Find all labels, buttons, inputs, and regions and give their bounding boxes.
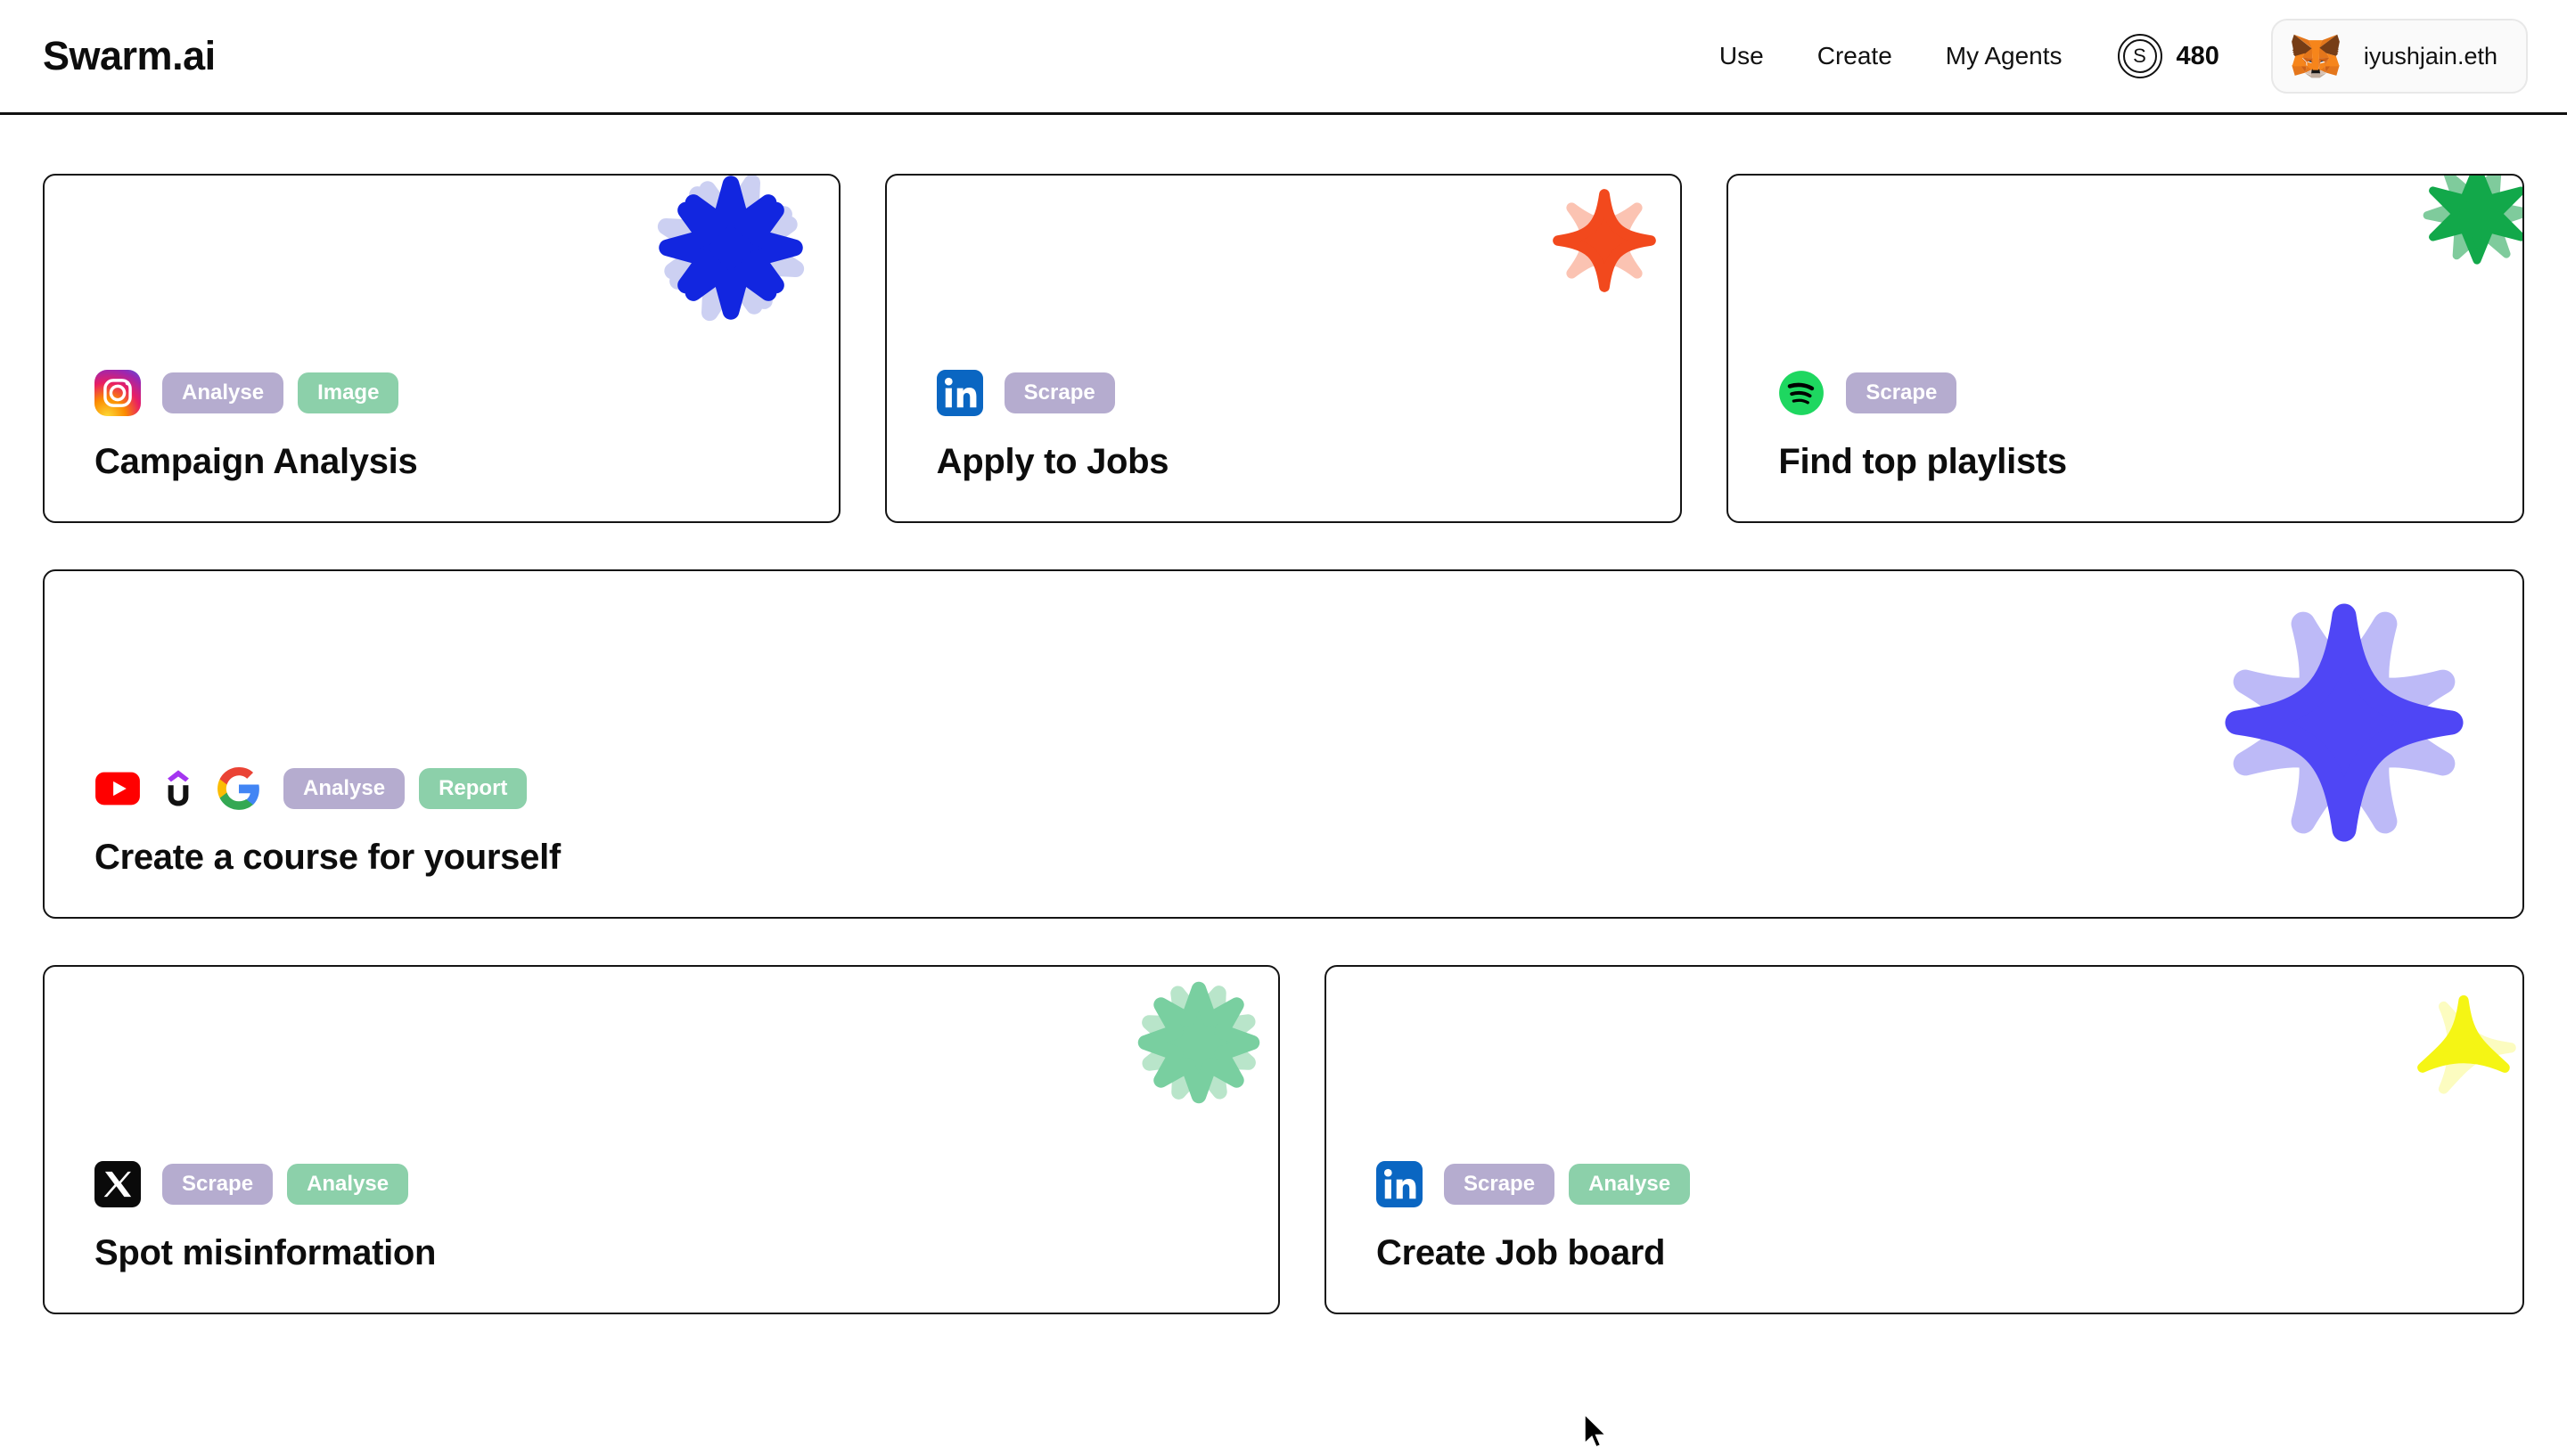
metamask-fox-icon <box>2291 33 2341 79</box>
token-count: 480 <box>2176 41 2219 70</box>
badge-scrape: Scrape <box>1846 372 1957 413</box>
card-row-1: Analyse Image Campaign Analysis Scrape A… <box>43 174 2525 523</box>
card-title: Campaign Analysis <box>94 442 418 481</box>
app-header: Swarm.ai Use Create My Agents S 480 iyus… <box>0 0 2567 115</box>
instagram-icon <box>94 370 141 416</box>
card-meta-row: Analyse Report <box>94 765 2473 812</box>
token-balance[interactable]: S 480 <box>2117 34 2219 78</box>
card-meta-row: Scrape Analyse <box>94 1161 1228 1207</box>
badge-analyse: Analyse <box>283 768 406 809</box>
card-title: Apply to Jobs <box>936 442 1169 481</box>
udemy-icon <box>155 765 201 812</box>
agent-card-create-a-course[interactable]: Analyse Report Create a course for yours… <box>43 569 2524 919</box>
badge-scrape: Scrape <box>162 1164 274 1205</box>
agent-card-spot-misinformation[interactable]: Scrape Analyse Spot misinformation <box>43 965 1280 1314</box>
brand-icons <box>1778 370 1825 416</box>
brand-icons <box>94 765 262 812</box>
top-navigation: Use Create My Agents S 480 iyushjain.eth <box>1719 19 2528 94</box>
nav-item-my-agents[interactable]: My Agents <box>1946 42 2063 70</box>
card-body: Analyse Report Create a course for yours… <box>45 765 2522 917</box>
badge-analyse: Analyse <box>1569 1164 1691 1205</box>
burst-star-8-decor-icon <box>1132 976 1266 1109</box>
nav-item-use[interactable]: Use <box>1719 42 1764 70</box>
card-title: Spot misinformation <box>94 1233 437 1272</box>
token-symbol: S <box>2133 45 2146 67</box>
card-body: Analyse Image Campaign Analysis <box>45 370 839 521</box>
wallet-button[interactable]: iyushjain.eth <box>2270 19 2528 94</box>
star-6-decor-icon <box>2419 176 2523 272</box>
brand-icons <box>94 370 141 416</box>
card-meta-row: Analyse Image <box>94 370 789 416</box>
mouse-cursor-icon <box>1582 1411 1609 1456</box>
card-body: Scrape Apply to Jobs <box>887 370 1681 521</box>
x-twitter-icon <box>94 1161 141 1207</box>
card-meta-row: Scrape Analyse <box>1376 1161 2473 1207</box>
card-title: Create Job board <box>1376 1233 1666 1272</box>
agent-card-campaign-analysis[interactable]: Analyse Image Campaign Analysis <box>43 174 841 523</box>
token-circle-icon: S <box>2117 34 2162 78</box>
star-4-decor-icon <box>1546 183 1662 299</box>
spotify-icon <box>1778 370 1825 416</box>
badge-analyse: Analyse <box>162 372 284 413</box>
agent-card-find-top-playlists[interactable]: Scrape Find top playlists <box>1726 174 2525 523</box>
triangle-star-3-decor-icon <box>2401 983 2522 1108</box>
card-meta-row: Scrape <box>936 370 1631 416</box>
google-icon <box>216 765 262 812</box>
badge-scrape: Scrape <box>1444 1164 1555 1205</box>
badge-scrape: Scrape <box>1004 372 1115 413</box>
brand-icons <box>1376 1161 1423 1207</box>
brand-icons <box>936 370 983 416</box>
linkedin-icon <box>936 370 983 416</box>
agent-card-apply-to-jobs[interactable]: Scrape Apply to Jobs <box>884 174 1683 523</box>
app-logo[interactable]: Swarm.ai <box>43 33 216 79</box>
card-title: Find top playlists <box>1778 442 2067 481</box>
agent-cards-grid: Analyse Image Campaign Analysis Scrape A… <box>0 115 2567 1314</box>
card-body: Scrape Analyse Spot misinformation <box>45 1161 1278 1313</box>
badge-image: Image <box>298 372 399 413</box>
badge-analyse: Analyse <box>287 1164 409 1205</box>
linkedin-icon <box>1376 1161 1423 1207</box>
card-body: Scrape Analyse Create Job board <box>1326 1161 2522 1313</box>
card-body: Scrape Find top playlists <box>1728 370 2522 521</box>
agent-card-create-job-board[interactable]: Scrape Analyse Create Job board <box>1325 965 2524 1314</box>
wallet-address: iyushjain.eth <box>2363 42 2497 70</box>
burst-star-10-decor-icon <box>655 176 807 323</box>
nav-links: Use Create My Agents <box>1719 42 2063 70</box>
card-title: Create a course for yourself <box>94 838 561 877</box>
card-row-3: Scrape Analyse Spot misinformation Scrap… <box>43 965 2524 1314</box>
badge-report: Report <box>419 768 528 809</box>
youtube-icon <box>94 765 141 812</box>
brand-icons <box>94 1161 141 1207</box>
nav-item-create[interactable]: Create <box>1817 42 1892 70</box>
card-row-2: Analyse Report Create a course for yours… <box>43 569 2524 919</box>
card-meta-row: Scrape <box>1778 370 2473 416</box>
